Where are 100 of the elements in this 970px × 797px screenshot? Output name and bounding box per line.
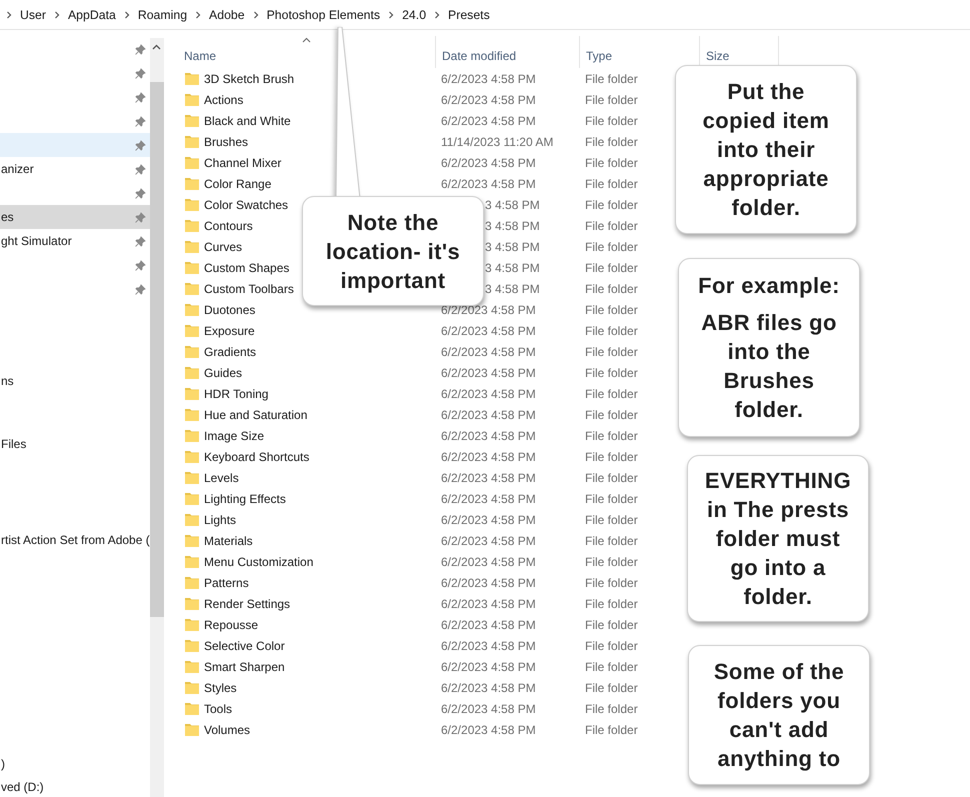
callout-note: Put the copied item into their appropriate folder. [675,65,857,234]
breadcrumb-item[interactable]: Adobe [209,8,245,22]
date-modified: 6/2/2023 4:58 PM [441,72,536,86]
scroll-up-icon[interactable] [152,44,161,50]
date-modified: 6/2/2023 4:58 PM [441,618,536,632]
file-name[interactable]: Repousse [204,618,258,632]
folder-icon [184,722,200,738]
file-name[interactable]: Actions [204,92,244,106]
sidebar-item[interactable]: anizer [0,157,150,181]
file-name[interactable]: Exposure [204,324,255,338]
file-name[interactable]: HDR Toning [204,386,268,400]
file-name[interactable]: Volumes [204,722,250,736]
date-modified: 6/2/2023 4:58 PM [441,470,536,484]
chevron-icon[interactable] [252,10,259,18]
date-modified: 3 4:58 PM [484,260,540,274]
file-name[interactable]: Duotones [204,302,256,316]
file-name[interactable]: Hue and Saturation [204,408,308,422]
file-name[interactable]: Lighting Effects [204,492,286,506]
file-name[interactable]: 3D Sketch Brush [204,72,294,86]
file-name[interactable]: Gradients [204,344,256,358]
date-modified: 6/2/2023 4:58 PM [441,638,536,652]
breadcrumb-item[interactable]: AppData [68,8,116,22]
file-name[interactable]: Contours [204,218,253,232]
file-type: File folder [585,218,638,232]
file-type: File folder [585,408,638,422]
breadcrumb-item[interactable]: Presets [448,8,490,22]
file-name[interactable]: Patterns [204,576,249,590]
file-type: File folder [585,660,638,674]
file-name[interactable]: Black and White [204,114,291,128]
callout-note: For example: ABR files go into the Brushes folder. [678,258,860,437]
breadcrumb-item[interactable]: User [20,8,46,22]
file-name[interactable]: Render Settings [204,596,290,610]
file-name[interactable]: Guides [204,366,242,380]
file-type: File folder [585,428,638,442]
date-modified: 6/2/2023 4:58 PM [441,428,536,442]
folder-icon [184,638,200,654]
sidebar-item[interactable] [0,133,150,157]
file-name[interactable]: Menu Customization [204,554,314,568]
file-name[interactable]: Tools [204,702,232,716]
chevron-icon[interactable] [388,10,394,18]
file-type: File folder [585,324,638,338]
date-modified: 6/2/2023 4:58 PM [441,534,536,548]
folder-icon [184,532,200,548]
file-name[interactable]: Image Size [204,428,264,442]
folder-icon [184,302,200,318]
date-modified: 6/2/2023 4:58 PM [441,408,536,422]
file-type: File folder [585,282,638,296]
file-name[interactable]: Levels [204,470,239,484]
date-modified: 6/2/2023 4:58 PM [441,176,536,190]
file-name[interactable]: Smart Sharpen [204,660,285,674]
file-type: File folder [585,512,638,526]
file-type: File folder [585,134,638,148]
folder-icon [184,574,200,590]
breadcrumb-item[interactable]: 24.0 [402,8,426,22]
file-name[interactable]: Channel Mixer [204,156,282,170]
sidebar-item[interactable]: ns [0,372,14,390]
breadcrumb-item[interactable]: Roaming [138,8,188,22]
file-type: File folder [585,470,638,484]
chevron-icon[interactable] [195,10,202,18]
chevron-icon[interactable] [124,10,130,18]
sidebar-item[interactable]: es [0,205,150,229]
file-name[interactable]: Materials [204,534,253,548]
sidebar-item[interactable]: rtist Action Set from Adobe ( [0,531,150,549]
file-name[interactable]: Custom Toolbars [204,282,294,296]
file-name[interactable]: Styles [204,680,237,694]
column-header[interactable]: Date modified [435,36,579,68]
file-name[interactable]: Selective Color [204,638,285,652]
file-type: File folder [585,492,638,506]
folder-icon [184,196,200,212]
sidebar-item[interactable]: ved (D:) [0,778,44,796]
file-name[interactable]: Custom Shapes [204,260,290,274]
date-modified: 6/2/2023 4:58 PM [441,596,536,610]
column-header[interactable]: Name [180,36,435,68]
file-name[interactable]: Keyboard Shortcuts [204,450,310,464]
sidebar-item[interactable]: ght Simulator [0,229,150,253]
callout-note: Note the location- it's important [302,196,484,306]
file-name[interactable]: Curves [204,240,242,254]
file-type: File folder [585,576,638,590]
scrollbar[interactable] [150,38,164,797]
date-modified: 6/2/2023 4:58 PM [441,680,536,694]
chevron-icon[interactable] [54,10,60,18]
file-type: File folder [585,344,638,358]
file-name[interactable]: Lights [204,512,236,526]
date-modified: 6/2/2023 4:58 PM [441,512,536,526]
date-modified: 6/2/2023 4:58 PM [441,156,536,170]
sidebar-item[interactable]: ) [0,755,5,773]
breadcrumb-item[interactable]: Photoshop Elements [266,8,380,22]
folder-icon [184,322,200,338]
file-name[interactable]: Color Range [204,176,272,190]
date-modified: 6/2/2023 4:58 PM [441,344,536,358]
sidebar-item[interactable]: Files [0,435,26,453]
file-type: File folder [585,386,638,400]
folder-icon [184,470,200,486]
file-name[interactable]: Color Swatches [204,198,288,212]
chevron-icon[interactable] [434,10,440,18]
scrollbar-thumb[interactable] [150,82,164,617]
folder-icon [184,344,200,360]
file-name[interactable]: Brushes [204,134,248,148]
file-type: File folder [585,114,638,128]
chevron-icon[interactable] [6,10,12,18]
